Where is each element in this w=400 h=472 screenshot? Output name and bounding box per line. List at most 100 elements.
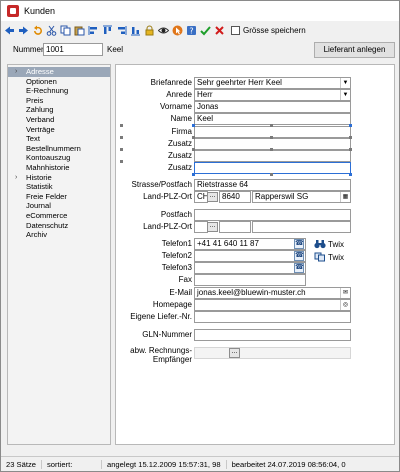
selection-handle[interactable]	[270, 173, 273, 176]
selection-handle[interactable]	[192, 124, 195, 127]
nav-item-label: eCommerce	[26, 211, 68, 220]
check-icon[interactable]	[199, 24, 212, 37]
pointer-icon[interactable]	[171, 24, 184, 37]
globe-icon[interactable]: ◎	[340, 300, 350, 310]
lock-icon[interactable]	[143, 24, 156, 37]
email-label: E-Mail	[169, 288, 192, 297]
po-box-input[interactable]	[194, 209, 351, 221]
nav-item-archiv[interactable]: Archiv	[8, 230, 110, 240]
phone1-input[interactable]: +41 41 640 11 87	[194, 238, 306, 250]
nav-item-preis[interactable]: Preis	[8, 96, 110, 106]
selection-handle[interactable]	[120, 160, 123, 163]
extra2-input[interactable]	[194, 150, 351, 162]
cut-icon[interactable]	[45, 24, 58, 37]
city-2-input[interactable]	[252, 221, 351, 233]
phone-dial-icon[interactable]: ☎	[294, 251, 304, 261]
align-right-icon[interactable]	[115, 24, 128, 37]
country-2-lookup-button[interactable]: ...	[207, 222, 218, 232]
selection-handle[interactable]	[349, 136, 352, 139]
email-input[interactable]: jonas.keel@bluewin-muster.ch ✉	[194, 287, 351, 299]
chevron-right-icon[interactable]: ›	[15, 67, 17, 77]
map-icon[interactable]: ▦	[340, 192, 350, 202]
nav-item-bestellnummern[interactable]: Bestellnummern	[8, 144, 110, 154]
fax-input[interactable]	[194, 274, 306, 286]
first-name-input[interactable]: Jonas	[194, 101, 351, 113]
selection-handle[interactable]	[349, 173, 352, 176]
country-input[interactable]: CH	[194, 191, 208, 203]
chevron-down-icon[interactable]: ▼	[340, 90, 350, 100]
nav-item-statistik[interactable]: Statistik	[8, 182, 110, 192]
help-icon[interactable]: ?	[185, 24, 198, 37]
selection-handle[interactable]	[270, 124, 273, 127]
nav-item-kontoauszug[interactable]: Kontoauszug	[8, 153, 110, 163]
email-value: jonas.keel@bluewin-muster.ch	[197, 288, 306, 297]
alt-invoice-recipient-input[interactable]: ...	[194, 347, 351, 359]
selection-handle[interactable]	[349, 124, 352, 127]
chevron-right-icon[interactable]: ›	[15, 173, 17, 183]
country-2-input[interactable]	[194, 221, 208, 233]
copy-icon[interactable]	[59, 24, 72, 37]
nav-item-adresse[interactable]: › Adresse	[8, 67, 110, 77]
homepage-input[interactable]: ◎	[194, 299, 351, 311]
nav-item-verband[interactable]: Verband	[8, 115, 110, 125]
chevron-down-icon[interactable]: ▼	[340, 78, 350, 88]
alt-invoice-recipient-lookup-button[interactable]: ...	[229, 348, 240, 358]
paste-icon[interactable]	[73, 24, 86, 37]
nav-item-vertr-ge[interactable]: Verträge	[8, 125, 110, 135]
twix-search-button[interactable]: Twix	[314, 238, 344, 250]
gln-input[interactable]	[194, 329, 351, 341]
nav-item-optionen[interactable]: Optionen	[8, 77, 110, 87]
arrow-left-icon[interactable]	[3, 24, 16, 37]
navigation-list: › Adresse Optionen E-Rechnung Preis Zahlung Ve…	[7, 64, 111, 445]
arrow-right-icon[interactable]	[17, 24, 30, 37]
nav-item-journal[interactable]: Journal	[8, 201, 110, 211]
nav-item-datenschutz[interactable]: Datenschutz	[8, 221, 110, 231]
selection-handle[interactable]	[349, 148, 352, 151]
phone-dial-icon[interactable]: ☎	[294, 263, 304, 273]
salutation-select[interactable]: Herr ▼	[194, 89, 351, 101]
own-supplier-number-input[interactable]	[194, 311, 351, 323]
selection-handle[interactable]	[120, 124, 123, 127]
salutation-letter-value: Sehr geehrter Herr Keel	[197, 78, 282, 87]
selection-handle[interactable]	[270, 136, 273, 139]
selection-handle[interactable]	[120, 148, 123, 151]
city-value: Rapperswil SG	[255, 192, 309, 201]
nav-item-freie-felder[interactable]: Freie Felder	[8, 192, 110, 202]
nav-item-ecommerce[interactable]: eCommerce	[8, 211, 110, 221]
create-supplier-button[interactable]: Lieferant anlegen	[314, 42, 395, 58]
nav-item-e-rechnung[interactable]: E-Rechnung	[8, 86, 110, 96]
phone-dial-icon[interactable]: ☎	[294, 239, 304, 249]
nav-item-historie[interactable]: › Historie	[8, 173, 110, 183]
selection-handle[interactable]	[192, 173, 195, 176]
phone3-input[interactable]	[194, 262, 306, 274]
number-input[interactable]: 1001	[43, 43, 103, 56]
nav-item-mahnhistorie[interactable]: Mahnhistorie	[8, 163, 110, 173]
first-name-label: Vorname	[159, 102, 192, 111]
nav-item-label: Historie	[26, 172, 52, 182]
save-size-checkbox[interactable]: Grösse speichern	[231, 25, 306, 35]
selection-handle[interactable]	[192, 136, 195, 139]
salutation-letter-select[interactable]: Sehr geehrter Herr Keel ▼	[194, 77, 351, 89]
number-row: Nummer 1001 Keel Lieferant anlegen	[1, 41, 399, 61]
selection-handle[interactable]	[270, 148, 273, 151]
country-lookup-button[interactable]: ...	[207, 192, 218, 202]
zip-2-input[interactable]	[219, 221, 251, 233]
undo-icon[interactable]	[31, 24, 44, 37]
eye-icon[interactable]	[157, 24, 170, 37]
nav-item-label: Zahlung	[26, 105, 54, 115]
selection-handle[interactable]	[192, 148, 195, 151]
close-icon[interactable]	[213, 24, 226, 37]
mail-icon[interactable]: ✉	[340, 288, 350, 298]
nav-item-zahlung[interactable]: Zahlung	[8, 105, 110, 115]
city-input[interactable]: Rapperswil SG ▦	[252, 191, 351, 203]
selection-handle[interactable]	[120, 136, 123, 139]
checkbox-box[interactable]	[231, 25, 240, 35]
phone2-input[interactable]	[194, 250, 306, 262]
nav-item-text[interactable]: Text	[8, 134, 110, 144]
align-bottom-icon[interactable]	[129, 24, 142, 37]
align-left-icon[interactable]	[87, 24, 100, 37]
align-top-icon[interactable]	[101, 24, 114, 37]
zip-input[interactable]: 8640	[219, 191, 251, 203]
twix-copy-button[interactable]: Twix	[314, 251, 344, 263]
street-input[interactable]: Rietstrasse 64	[194, 179, 351, 191]
